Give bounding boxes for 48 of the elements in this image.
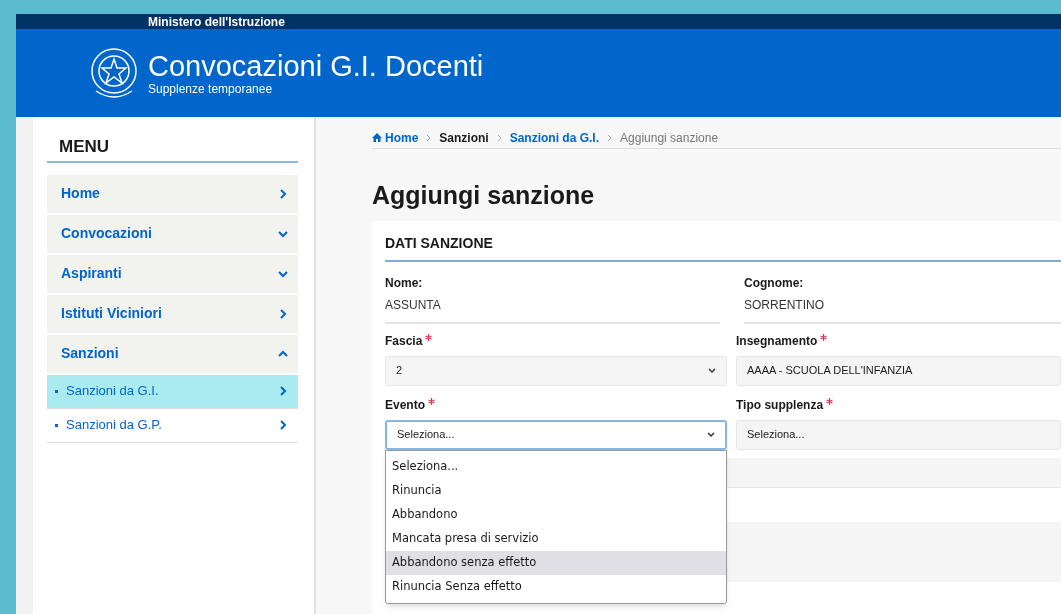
breadcrumb-link[interactable]: Sanzioni da G.I. — [509, 128, 600, 147]
dropdown-option[interactable]: Mancata presa di servizio — [386, 526, 726, 551]
field-label: Cognome: — [744, 274, 805, 292]
bullet-icon — [55, 389, 58, 393]
home-icon — [372, 132, 382, 143]
field-label: Tipo supplenza — [736, 396, 824, 414]
dropdown-option[interactable]: Seleziona... — [386, 454, 726, 479]
bullet-icon — [55, 423, 58, 427]
select-field[interactable]: AAAA - SCUOLA DELL'INFANZIA — [736, 355, 1061, 386]
site-subtitle: Supplenze temporanee — [148, 82, 274, 96]
menu-item[interactable]: Sanzioni — [47, 334, 298, 375]
readonly-field: SORRENTINO — [744, 291, 1061, 324]
dropdown-option[interactable]: Abbandono — [386, 502, 726, 527]
select-field[interactable]: 2 — [385, 355, 727, 386]
dropdown-option[interactable]: Rinuncia Senza effetto — [386, 574, 726, 599]
chevron-right-icon — [278, 188, 288, 199]
field-label: Insegnamento — [736, 332, 818, 350]
chevron-right-icon — [426, 133, 432, 142]
chevron-right-icon — [278, 386, 288, 396]
section-heading: DATI SANZIONE — [385, 232, 1061, 262]
breadcrumb-link[interactable]: Sanzioni — [439, 128, 489, 147]
select-field[interactable]: Seleziona... — [736, 419, 1061, 450]
chevron-right-icon — [278, 308, 288, 319]
field-label: Nome: — [385, 274, 424, 292]
chevron-right-icon — [496, 133, 502, 142]
breadcrumb-link[interactable]: Home — [372, 128, 419, 147]
dropdown-option[interactable]: Rinuncia — [386, 478, 726, 503]
menu-item[interactable]: Istituti Viciniori — [47, 294, 298, 335]
emblem-icon — [88, 45, 140, 101]
site-title: Convocazioni G.I. Docenti — [148, 50, 484, 82]
chevron-up-icon — [278, 348, 288, 359]
field-label: Fascia — [385, 332, 423, 350]
menu-heading: MENU — [47, 134, 298, 163]
menu-item[interactable]: Home — [47, 174, 298, 215]
chevron-right-icon — [607, 133, 613, 142]
menu-item[interactable]: Aspiranti — [47, 254, 298, 295]
submenu-item[interactable]: Sanzioni da G.I. — [47, 374, 298, 409]
chevron-down-icon — [278, 228, 288, 239]
readonly-field: ASSUNTA — [385, 291, 720, 324]
breadcrumb-current: Aggiungi sanzione — [620, 129, 719, 147]
chevron-right-icon — [278, 420, 288, 430]
select-field[interactable]: Seleziona... — [385, 419, 727, 450]
menu-item[interactable]: Convocazioni — [47, 214, 298, 255]
page-title: Aggiungi sanzione — [372, 180, 596, 211]
dropdown-option[interactable]: Abbandono senza effetto — [386, 550, 726, 575]
chevron-down-icon — [278, 268, 288, 279]
field-label: Evento — [385, 396, 425, 414]
ministry-name: Ministero dell'Istruzione — [148, 15, 285, 28]
